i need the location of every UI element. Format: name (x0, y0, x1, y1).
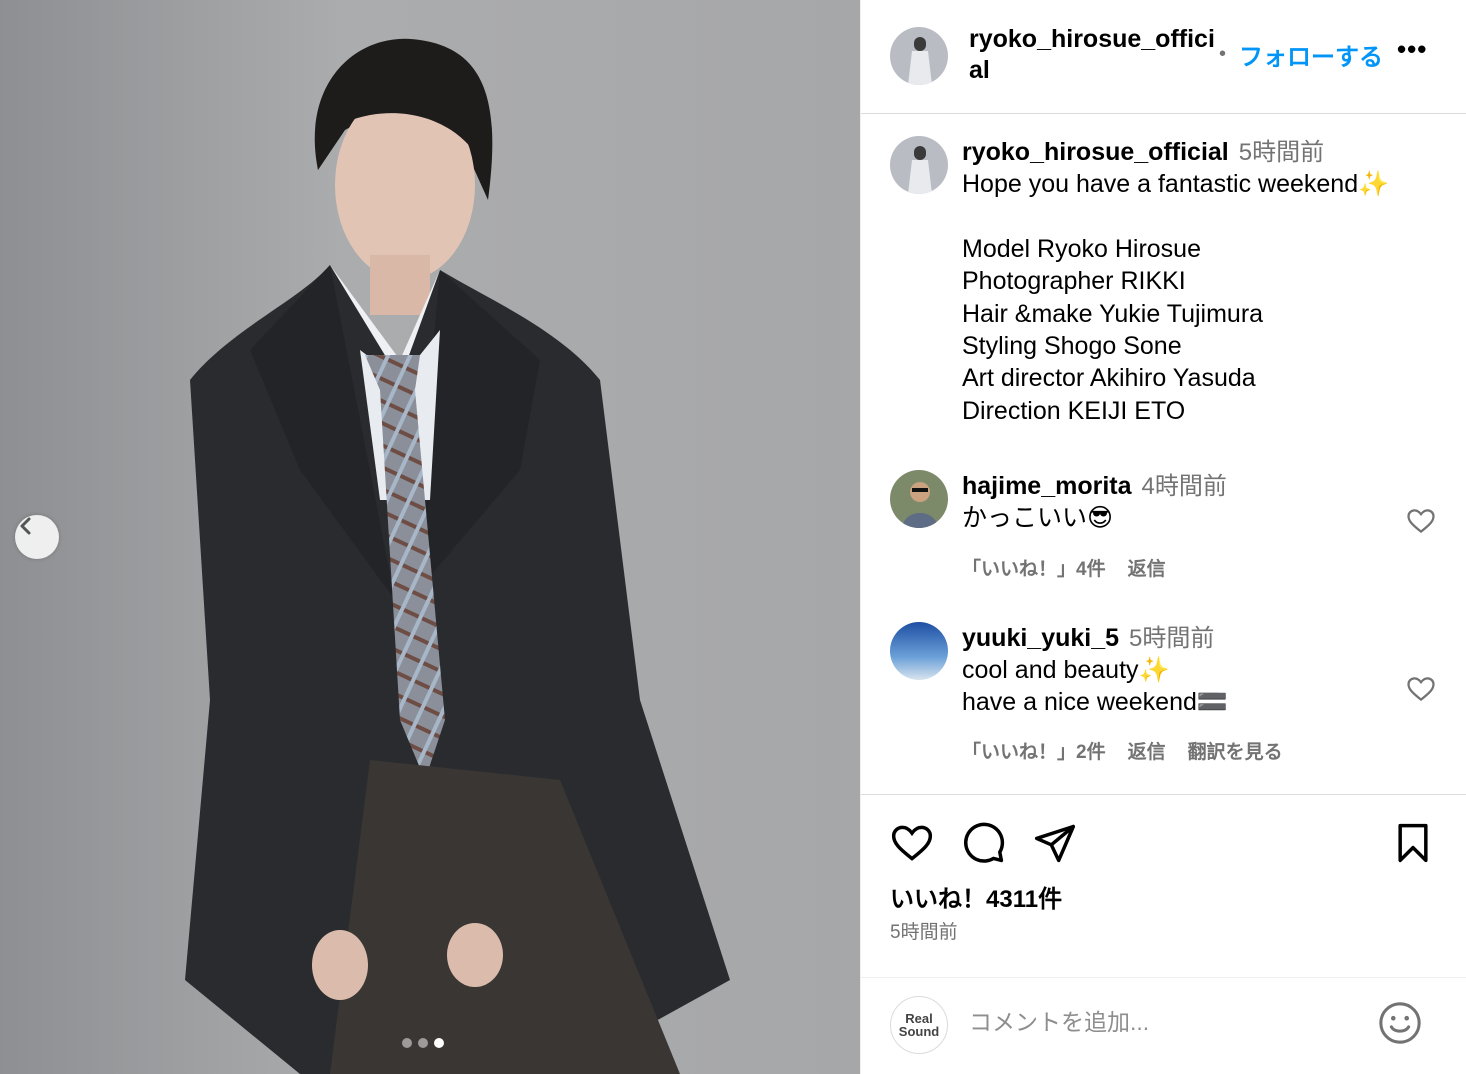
caption-line: Direction KEIJI ETO (962, 397, 1186, 425)
comment-text: かっこいい😎 (962, 504, 1114, 532)
bookmark-icon[interactable] (1391, 821, 1435, 865)
carousel-dot (418, 1038, 428, 1048)
comment-time: 5時間前 (1129, 625, 1215, 652)
avatar-text: Sound (898, 1024, 940, 1039)
comment-likes-link[interactable]: 「いいね！」4件 (962, 554, 1106, 581)
post-photo (0, 0, 860, 1074)
heart-icon[interactable] (890, 821, 934, 865)
caption-line: Hope you have a fantastic weekend✨ (962, 170, 1390, 198)
comment-header: hajime_morita 4時間前 (962, 470, 1227, 503)
caption-line: Photographer RIKKI (962, 267, 1186, 295)
caption-header: ryoko_hirosue_official 5時間前 (962, 136, 1324, 169)
reply-button[interactable]: 返信 (1128, 554, 1166, 581)
comment-meta: 「いいね！」2件 返信 翻訳を見る (962, 737, 1283, 764)
comment-likes-link[interactable]: 「いいね！」2件 (962, 737, 1106, 764)
paper-plane-icon[interactable] (1033, 821, 1077, 865)
header-username[interactable]: ryoko_hirosue_official (969, 24, 1217, 86)
comment-bubble-icon[interactable] (962, 821, 1006, 865)
reply-button[interactable]: 返信 (1128, 737, 1166, 764)
avatar[interactable] (890, 27, 948, 85)
post-side-panel: ryoko_hirosue_official • フォローする ••• ryok… (860, 0, 1466, 1074)
separator-dot: • (1219, 43, 1227, 65)
smiley-icon[interactable] (1377, 1000, 1423, 1046)
comment-text: cool and beauty✨ (962, 656, 1170, 684)
avatar: Real Sound (890, 996, 948, 1054)
carousel-dot-active (434, 1038, 444, 1048)
translate-button[interactable]: 翻訳を見る (1188, 737, 1283, 764)
more-options-icon[interactable]: ••• (1397, 34, 1427, 65)
heart-icon[interactable] (1406, 674, 1436, 704)
follow-button[interactable]: フォローする (1239, 37, 1383, 72)
comment-composer: Real Sound (861, 977, 1466, 1074)
caption-line: Art director Akihiro Yasuda (962, 364, 1256, 392)
caption-time: 5時間前 (1238, 139, 1325, 166)
like-count[interactable]: いいね！4311件 (890, 879, 1062, 914)
caption-username[interactable]: ryoko_hirosue_official (962, 138, 1229, 166)
caption-line: Styling Shogo Sone (962, 332, 1182, 360)
post-header: ryoko_hirosue_official • フォローする ••• (861, 0, 1466, 114)
comments-list: ryoko_hirosue_official 5時間前 Hope you have… (861, 114, 1466, 794)
action-bar: いいね！4311件 5時間前 Real Sound (861, 794, 1466, 1074)
avatar[interactable] (890, 622, 948, 680)
caption-line: Hair &make Yukie Tujimura (962, 300, 1264, 328)
comment-input[interactable] (969, 1002, 1349, 1042)
avatar[interactable] (890, 470, 948, 528)
avatar[interactable] (890, 136, 948, 194)
caption-line: Model Ryoko Hirosue (962, 235, 1201, 263)
comment-header: yuuki_yuki_5 5時間前 (962, 622, 1214, 655)
comment-meta: 「いいね！」4件 返信 (962, 554, 1166, 581)
comment-text: have a nice weekend🟰 (962, 688, 1229, 716)
post-image (0, 0, 860, 1074)
heart-icon[interactable] (1406, 506, 1436, 536)
post-timestamp: 5時間前 (890, 922, 958, 943)
comment-username[interactable]: yuuki_yuki_5 (962, 624, 1119, 652)
comment-username[interactable]: hajime_morita (962, 472, 1132, 500)
chevron-left-icon (20, 517, 31, 535)
carousel-dot (402, 1038, 412, 1048)
carousel-indicator (402, 1038, 444, 1048)
carousel-prev-button[interactable] (15, 515, 59, 559)
comment-time: 4時間前 (1141, 473, 1227, 500)
